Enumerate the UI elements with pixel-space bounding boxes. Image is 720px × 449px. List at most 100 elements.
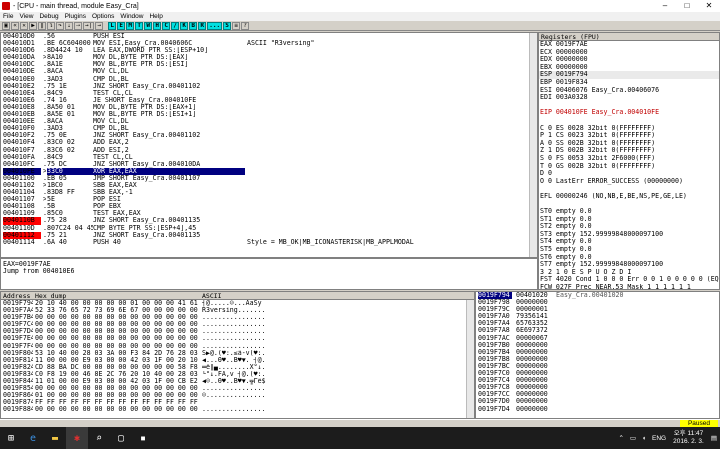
stack-row[interactable]: 0019F7C0 00000000	[476, 370, 719, 377]
disassembly-scrollbar[interactable]	[529, 33, 537, 257]
disassembly-row[interactable]: 0040110B.75 28 JNZ SHORT Easy_Cra.0040113…	[1, 217, 537, 225]
dump-row[interactable]: 0019F854 00 00 00 00 00 00 00 00 00 00 00…	[1, 385, 474, 392]
disassembly-row[interactable]: 004010EE.8ACA MOV CL,DL	[1, 118, 537, 125]
disassembly-row[interactable]: 004010E4.84C9 TEST CL,CL	[1, 90, 537, 97]
register-line[interactable]: ST3 empty 152.99999848000097100	[539, 231, 719, 239]
disassembly-row[interactable]: 004010EB.8A5E 01 MOV BL,BYTE PTR DS:[ESI+…	[1, 111, 537, 118]
toolbar-window-button-3[interactable]: T	[135, 21, 144, 30]
disassembly-row[interactable]: 00401102 >1BC0 SBB EAX,EAX	[1, 182, 537, 189]
stack-row[interactable]: 0019F7CC 00000000	[476, 391, 719, 398]
dump-row[interactable]: 0019F884 00 00 00 00 00 00 00 00 00 00 00…	[1, 406, 474, 413]
dump-row[interactable]: 0019F834 C0 F8 19 00 46 8E 2C 76 20 10 40…	[1, 371, 474, 378]
toolbar-window-button-1[interactable]: E	[117, 21, 126, 30]
register-line[interactable]: 3 2 1 0 E S P U O Z D I	[539, 269, 719, 277]
register-line[interactable]: ST5 empty 0.0	[539, 246, 719, 254]
execute-till-return-icon[interactable]: →|	[83, 21, 95, 30]
register-line[interactable]: ESP 0019F794	[539, 71, 719, 79]
toolbar-window-button-4[interactable]: W	[144, 21, 153, 30]
disassembly-row[interactable]: 00401109.85C0 TEST EAX,EAX	[1, 210, 537, 217]
tray-chevron-icon[interactable]: ⌃	[615, 434, 626, 442]
register-line[interactable]: S 0 FS 0053 32bit 2F6000(FFF)	[539, 155, 719, 163]
stack-row[interactable]: 0019F7B8 00000000	[476, 356, 719, 363]
disassembly-row[interactable]: 004010F4.83C0 02 ADD EAX,2	[1, 139, 537, 146]
disassembly-row[interactable]: 004010F7.83C6 02 ADD ESI,2	[1, 147, 537, 154]
dump-pane[interactable]: Address Hex dump ASCII 0019F794 20 10 40 …	[0, 291, 475, 419]
register-line[interactable]: O 0 LastErr ERROR_SUCCESS (00000000)	[539, 178, 719, 186]
disassembly-row[interactable]: 004010DC.8A1E MOV BL,BYTE PTR DS:[ESI]	[1, 61, 537, 68]
disassembly-row[interactable]: 00401108.5B POP EBX	[1, 203, 537, 210]
close-debuggee-icon[interactable]: ✕	[20, 21, 28, 30]
toolbar-window-button-11[interactable]: ...	[207, 21, 223, 30]
toolbar-window-button-2[interactable]: M	[126, 21, 135, 30]
register-line[interactable]: A 0 SS 002B 32bit 0(FFFFFFFF)	[539, 140, 719, 148]
toolbar-window-button-9[interactable]: B	[189, 21, 198, 30]
trace-into-icon[interactable]: ⇣	[65, 21, 73, 30]
register-line[interactable]: FCW 027F Prec NEAR,53 Mask 1 1 1 1 1 1	[539, 284, 719, 289]
disassembly-row[interactable]: 004010FE>33C0XOR EAX,EAX	[1, 167, 537, 175]
stack-row[interactable]: 0019F7A4 65763352	[476, 320, 719, 327]
windows-start-icon[interactable]: ⊞	[0, 427, 22, 449]
register-line[interactable]: EIP 004010FE Easy_Cra.004010FE	[539, 109, 719, 117]
menu-help[interactable]: Help	[146, 13, 165, 20]
clock[interactable]: 오후 11:47 2016. 2. 3.	[669, 430, 708, 446]
register-line[interactable]: EFL 00000246 (NO,NB,E,BE,NS,PE,GE,LE)	[539, 193, 719, 201]
disassembly-row[interactable]: 004010FA.84C9 TEST CL,CL	[1, 154, 537, 161]
dump-scrollbar[interactable]	[466, 300, 474, 418]
disassembly-row[interactable]: 004010D6.8D4424 10 LEA EAX,DWORD PTR SS:[…	[1, 47, 537, 54]
stack-row[interactable]: 0019F7D4 00000000	[476, 406, 719, 413]
disassembly-row[interactable]: 004010D1.BE 6C604000MOV ESI,Easy_Cra.004…	[1, 40, 537, 47]
register-line[interactable]: EAX 0019F7AE	[539, 41, 719, 49]
register-line[interactable]: ST6 empty 0.0	[539, 254, 719, 262]
register-line[interactable]: D 0	[539, 170, 719, 178]
dump-row[interactable]: 0019F824 CD 88 BA DC 00 00 00 00 00 00 00…	[1, 364, 474, 371]
dump-row[interactable]: 0019F7D4 00 00 00 00 00 00 00 00 00 00 00…	[1, 328, 474, 335]
menu-view[interactable]: View	[16, 13, 36, 20]
disassembly-row[interactable]: 004010E0.3AD3 CMP DL,BL	[1, 76, 537, 83]
disassembly-row[interactable]: 0040110D.807C24 04 45CMP BYTE PTR SS:[ES…	[1, 225, 537, 232]
step-into-icon[interactable]: ↴	[47, 21, 55, 30]
register-line[interactable]: ST0 empty 0.0	[539, 208, 719, 216]
disassembly-row[interactable]: 004010DE.8ACA MOV CL,DL	[1, 68, 537, 75]
stack-row[interactable]: 0019F79C 00000001	[476, 306, 719, 313]
dump-row[interactable]: 0019F804 53 10 40 00 28 03 3A 00 F3 84 2D…	[1, 350, 474, 357]
pause-icon[interactable]: ‖	[38, 21, 46, 30]
register-line[interactable]: FST 4020 Cond 1 0 0 0 Err 0 0 1 0 0 0 0 …	[539, 276, 719, 284]
menu-window[interactable]: Window	[117, 13, 146, 20]
menu-file[interactable]: File	[0, 13, 16, 20]
dump-row[interactable]: 0019F844 11 01 00 00 E9 03 00 00 42 03 1F…	[1, 378, 474, 385]
help-icon[interactable]: ?	[241, 21, 250, 30]
open-icon[interactable]: ▣	[2, 21, 10, 30]
stack-row[interactable]: 0019F7B0 00000000	[476, 342, 719, 349]
register-line[interactable]: ST7 empty 152.99999848000097100	[539, 261, 719, 269]
menu-options[interactable]: Options	[89, 13, 117, 20]
stack-row[interactable]: 0019F7C8 00000000	[476, 384, 719, 391]
minimize-button[interactable]: –	[654, 0, 676, 12]
toolbar-window-button-0[interactable]: L	[108, 21, 117, 30]
stack-row[interactable]: 0019F794 00401020 Easy_Cra.00401020	[476, 292, 719, 300]
stack-row[interactable]: 0019F7C4 00000000	[476, 377, 719, 384]
dump-row[interactable]: 0019F794 20 10 40 00 00 00 00 00 01 00 00…	[1, 300, 474, 307]
registers-pane[interactable]: Registers (FPU) EAX 0019F7AE ECX 00000000…	[538, 32, 720, 290]
disassembly-row[interactable]: 00401100.EB 05 JMP SHORT Easy_Cra.0040110…	[1, 175, 537, 182]
register-line[interactable]: ST1 empty 0.0	[539, 216, 719, 224]
notification-icon[interactable]: ▤	[708, 434, 720, 442]
dump-row[interactable]: 0019F864 01 00 00 00 00 00 00 00 00 00 00…	[1, 392, 474, 399]
register-line[interactable]: EBX 00000000	[539, 64, 719, 72]
magnifier-icon[interactable]: ⌕	[88, 427, 110, 449]
disassembly-row[interactable]: 004010D0.56 PUSH ESI	[1, 33, 537, 40]
language-indicator[interactable]: ENG	[649, 435, 669, 442]
disassembly-row[interactable]: 00401112.75 21 JNZ SHORT Easy_Cra.0040113…	[1, 231, 537, 239]
register-line[interactable]: Z 1 DS 002B 32bit 0(FFFFFFFF)	[539, 147, 719, 155]
run-icon[interactable]: ▶	[29, 21, 37, 30]
toolbar-window-button-10[interactable]: R	[198, 21, 207, 30]
list-icon[interactable]: ≡	[232, 21, 241, 30]
register-line[interactable]: EDX 00000000	[539, 56, 719, 64]
stack-row[interactable]: 0019F7A8 6E697372	[476, 327, 719, 334]
disassembly-row[interactable]: 004010F0.3AD3 CMP DL,BL	[1, 125, 537, 132]
maximize-button[interactable]: □	[676, 0, 698, 12]
window-app-icon[interactable]: ▢	[110, 427, 132, 449]
dump-row[interactable]: 0019F7E4 00 00 00 00 00 00 00 00 00 00 00…	[1, 335, 474, 342]
disassembly-row[interactable]: 004010E2.75 1E JNZ SHORT Easy_Cra.0040110…	[1, 83, 537, 90]
menu-plugins[interactable]: Plugins	[62, 13, 89, 20]
network-icon[interactable]: ▭	[627, 434, 639, 442]
